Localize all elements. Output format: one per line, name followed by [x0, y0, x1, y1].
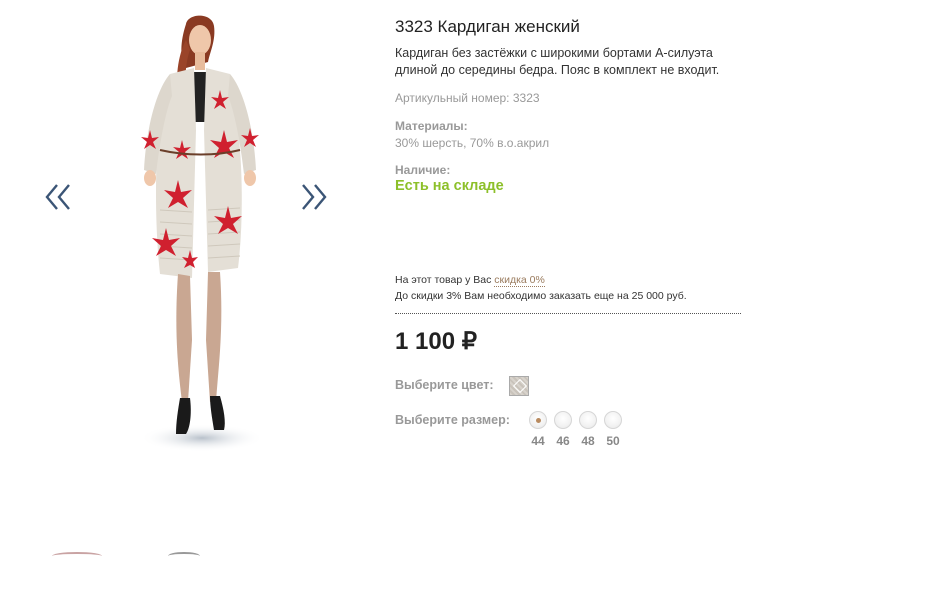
size-option-46[interactable]: 46 — [552, 411, 574, 448]
materials-value: 30% шерсть, 70% в.о.акрил — [395, 136, 550, 150]
gallery-prev-button[interactable] — [44, 180, 74, 214]
size-radio[interactable] — [529, 411, 547, 429]
size-label: Выберите размер: — [395, 413, 510, 427]
thumbnail-item[interactable] — [168, 552, 200, 560]
divider — [395, 313, 741, 314]
swatch-pattern — [512, 378, 528, 394]
product-price: 1 100 ₽ — [395, 328, 477, 355]
product-description: Кардиган без застёжки с широкими бортами… — [395, 46, 720, 77]
size-radio[interactable] — [604, 411, 622, 429]
size-option-44[interactable]: 44 — [527, 411, 549, 448]
availability-status: Есть на складе — [395, 178, 504, 194]
double-chevron-left-icon — [45, 184, 70, 210]
size-radio[interactable] — [554, 411, 572, 429]
discount-prefix: На этот товар у Вас — [395, 274, 492, 286]
size-number: 44 — [531, 434, 545, 448]
double-chevron-right-icon — [302, 184, 327, 210]
product-title: 3323 Кардиган женский — [395, 17, 580, 36]
product-sku: Артикульный номер: 3323 — [395, 91, 540, 105]
size-radio[interactable] — [579, 411, 597, 429]
thumbnail-strip[interactable] — [40, 552, 240, 562]
size-option-50[interactable]: 50 — [602, 411, 624, 448]
materials-label: Материалы: — [395, 119, 468, 133]
discount-info: На этот товар у Вас скидка 0% — [395, 274, 545, 287]
size-number: 50 — [606, 434, 620, 448]
radio-selected-dot — [536, 418, 541, 423]
size-number: 46 — [556, 434, 570, 448]
product-gallery — [0, 0, 370, 599]
product-photo — [126, 10, 276, 460]
gallery-next-button[interactable] — [298, 180, 328, 214]
size-option-48[interactable]: 48 — [577, 411, 599, 448]
color-swatch[interactable] — [509, 376, 529, 396]
thumbnail-item[interactable] — [52, 552, 102, 560]
availability-label: Наличие: — [395, 163, 451, 177]
size-number: 48 — [581, 434, 595, 448]
color-label: Выберите цвет: — [395, 378, 494, 392]
discount-note: До скидки 3% Вам необходимо заказать еще… — [395, 290, 687, 302]
discount-link[interactable]: скидка 0% — [494, 274, 545, 287]
